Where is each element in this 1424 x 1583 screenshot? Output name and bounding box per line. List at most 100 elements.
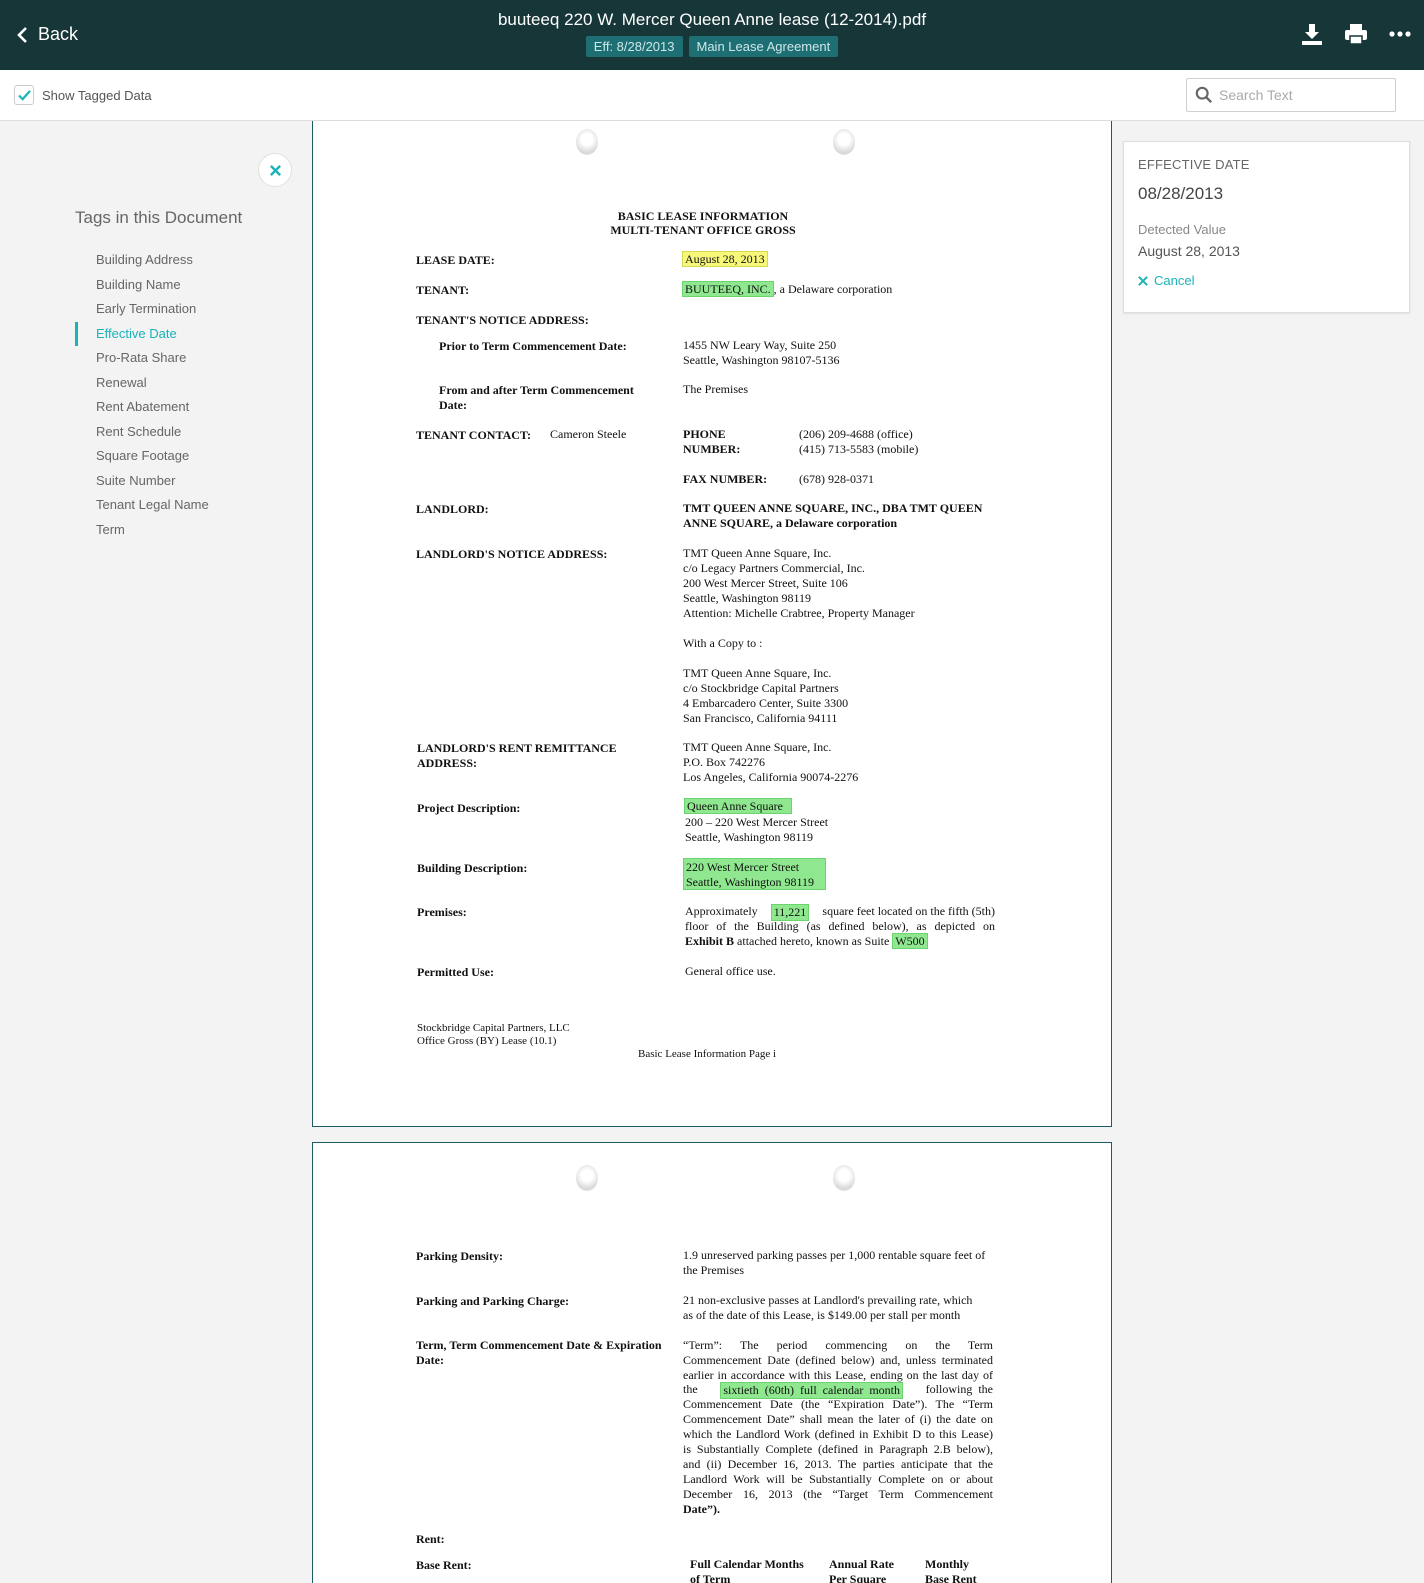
document-type-chip[interactable]: Main Lease Agreement bbox=[688, 36, 839, 57]
header-actions bbox=[1300, 22, 1412, 46]
landlord-line-1: TMT QUEEN ANNE SQUARE, INC., DBA TMT QUE… bbox=[683, 501, 983, 515]
tag-list: Building Address Building Name Early Ter… bbox=[75, 248, 209, 542]
term-line: Commencement Date (defined below) and, u… bbox=[683, 1353, 993, 1367]
copy-line: 4 Embarcadero Center, Suite 3300 bbox=[683, 696, 849, 710]
term-line: Commencement Date” shall mean the later … bbox=[683, 1412, 993, 1426]
detail-tag-value[interactable]: 08/28/2013 bbox=[1138, 184, 1395, 204]
detected-value-label: Detected Value bbox=[1138, 222, 1226, 237]
tag-item-square-footage[interactable]: Square Footage bbox=[75, 444, 209, 469]
tag-item-building-address[interactable]: Building Address bbox=[75, 248, 209, 273]
premises-line-2: floor of the Building (as defined below)… bbox=[685, 919, 995, 933]
footer-line-2: Office Gross (BY) Lease (10.1) bbox=[417, 1035, 557, 1047]
parking-charge-2: as of the date of this Lease, is $149.00… bbox=[683, 1308, 961, 1322]
cancel-button[interactable]: Cancel bbox=[1138, 273, 1395, 288]
prior-address-1: 1455 NW Leary Way, Suite 250 bbox=[683, 338, 837, 352]
rent-label: Rent: bbox=[416, 1532, 445, 1546]
search-box bbox=[1186, 78, 1396, 112]
copy-line: San Francisco, California 94111 bbox=[683, 711, 838, 725]
lease-date-label: LEASE DATE: bbox=[416, 253, 495, 267]
copy-line: c/o Stockbridge Capital Partners bbox=[683, 681, 839, 695]
exhibit-b: Exhibit B bbox=[685, 934, 735, 948]
download-icon[interactable] bbox=[1300, 22, 1324, 46]
use-label: Permitted Use: bbox=[417, 965, 494, 979]
show-tagged-checkbox[interactable] bbox=[14, 85, 34, 105]
term-label-1: Term, Term Commencement Date & Expiratio… bbox=[416, 1338, 662, 1352]
tag-item-rent-abatement[interactable]: Rent Abatement bbox=[75, 395, 209, 420]
suite-number-highlight[interactable]: W500 bbox=[892, 933, 928, 949]
term-line: which the Landlord Work (defined in Exhi… bbox=[683, 1427, 993, 1441]
project-line-2: 200 – 220 West Mercer Street bbox=[685, 815, 829, 829]
tag-item-term[interactable]: Term bbox=[75, 518, 209, 543]
lease-date-highlight[interactable]: August 28, 2013 bbox=[682, 251, 768, 267]
show-tagged-data-toggle[interactable]: Show Tagged Data bbox=[14, 85, 152, 105]
doc-title-line-2: MULTI-TENANT OFFICE GROSS bbox=[610, 223, 796, 237]
tag-item-tenant-legal-name[interactable]: Tenant Legal Name bbox=[75, 493, 209, 518]
remit-line: P.O. Box 742276 bbox=[683, 755, 766, 769]
detected-value: August 28, 2013 bbox=[1138, 243, 1240, 259]
tenant-label: TENANT: bbox=[416, 283, 470, 297]
show-tagged-label: Show Tagged Data bbox=[42, 87, 152, 103]
term-line: Landlord Work will be Substantially Comp… bbox=[683, 1472, 993, 1486]
search-icon bbox=[1195, 86, 1213, 104]
tag-item-pro-rata-share[interactable]: Pro-Rata Share bbox=[75, 346, 209, 371]
more-icon[interactable] bbox=[1388, 22, 1412, 46]
tag-item-suite-number[interactable]: Suite Number bbox=[75, 469, 209, 494]
ll-notice-line: 200 West Mercer Street, Suite 106 bbox=[683, 576, 848, 590]
building-line-2: Seattle, Washington 98119 bbox=[686, 875, 815, 889]
tenant-notice-label: TENANT'S NOTICE ADDRESS: bbox=[416, 313, 589, 327]
tag-item-effective-date[interactable]: Effective Date bbox=[75, 321, 209, 346]
phone-label-1: PHONE bbox=[683, 427, 726, 441]
landlord-line-2: ANNE SQUARE, a Delaware corporation bbox=[683, 516, 898, 530]
parking-charge-label: Parking and Parking Charge: bbox=[416, 1294, 570, 1308]
top-bar: Back buuteeq 220 W. Mercer Queen Anne le… bbox=[0, 0, 1424, 70]
rent-col-3b: Base Rent bbox=[925, 1572, 977, 1583]
tag-item-rent-schedule[interactable]: Rent Schedule bbox=[75, 420, 209, 445]
parking-density-2: the Premises bbox=[683, 1263, 744, 1277]
term-line: December 16, 2013 (the “Target Term Comm… bbox=[683, 1487, 993, 1501]
sub-toolbar: Show Tagged Data bbox=[0, 70, 1424, 121]
close-tags-button[interactable] bbox=[258, 153, 292, 187]
term-label-2: Date: bbox=[416, 1353, 444, 1367]
tags-heading: Tags in this Document bbox=[75, 208, 243, 227]
building-address-highlight[interactable]: 220 West Mercer Street Seattle, Washingt… bbox=[683, 858, 826, 890]
rent-col-2a: Annual Rate bbox=[829, 1557, 895, 1571]
ll-notice-line: Seattle, Washington 98119 bbox=[683, 591, 812, 605]
remit-line: TMT Queen Anne Square, Inc. bbox=[683, 740, 832, 754]
parking-density-1: 1.9 unreserved parking passes per 1,000 … bbox=[683, 1248, 986, 1262]
prior-address-2: Seattle, Washington 98107-5136 bbox=[683, 353, 840, 367]
project-name-highlight[interactable]: Queen Anne Square bbox=[684, 798, 792, 814]
ll-notice-line: c/o Legacy Partners Commercial, Inc. bbox=[683, 561, 865, 575]
punch-hole bbox=[833, 1165, 855, 1191]
base-rent-label: Base Rent: bbox=[416, 1558, 472, 1572]
after-label-2: Date: bbox=[439, 398, 467, 412]
project-line-3: Seattle, Washington 98119 bbox=[685, 830, 814, 844]
tenant-name-highlight[interactable]: BUUTEEQ, INC. bbox=[682, 281, 774, 297]
remit-label-2: ADDRESS: bbox=[417, 756, 478, 770]
rent-col-1b: of Term bbox=[690, 1572, 731, 1583]
search-input[interactable] bbox=[1219, 87, 1379, 103]
building-line-1: 220 West Mercer Street bbox=[686, 860, 800, 874]
term-line: Date”). bbox=[683, 1502, 720, 1516]
copy-line: TMT Queen Anne Square, Inc. bbox=[683, 666, 832, 680]
tag-item-renewal[interactable]: Renewal bbox=[75, 371, 209, 396]
term-line: and (ii) December 16, 2013. The parties … bbox=[683, 1457, 993, 1471]
copy-label: With a Copy to : bbox=[683, 636, 763, 650]
ll-notice-line: Attention: Michelle Crabtree, Property M… bbox=[683, 606, 915, 620]
document-page-1: BASIC LEASE INFORMATION MULTI-TENANT OFF… bbox=[312, 121, 1112, 1127]
punch-hole bbox=[576, 1165, 598, 1191]
remit-label-1: LANDLORD'S RENT REMITTANCE bbox=[417, 741, 617, 755]
doc-title-line-1: BASIC LEASE INFORMATION bbox=[617, 209, 789, 223]
tag-item-early-termination[interactable]: Early Termination bbox=[75, 297, 209, 322]
print-icon[interactable] bbox=[1344, 22, 1368, 46]
contact-name: Cameron Steele bbox=[550, 427, 627, 441]
prior-label: Prior to Term Commencement Date: bbox=[439, 339, 627, 353]
parking-density-label: Parking Density: bbox=[416, 1249, 503, 1263]
effective-date-chip[interactable]: Eff: 8/28/2013 bbox=[585, 36, 683, 57]
phone-1: (206) 209-4688 (office) bbox=[799, 427, 913, 441]
tag-item-building-name[interactable]: Building Name bbox=[75, 273, 209, 298]
fax-label: FAX NUMBER: bbox=[683, 472, 768, 486]
punch-hole bbox=[833, 129, 855, 155]
tag-detail-card: EFFECTIVE DATE 08/28/2013 Detected Value… bbox=[1123, 141, 1410, 313]
document-page-2: Parking Density: 1.9 unreserved parking … bbox=[312, 1142, 1112, 1583]
cancel-label: Cancel bbox=[1154, 273, 1195, 288]
